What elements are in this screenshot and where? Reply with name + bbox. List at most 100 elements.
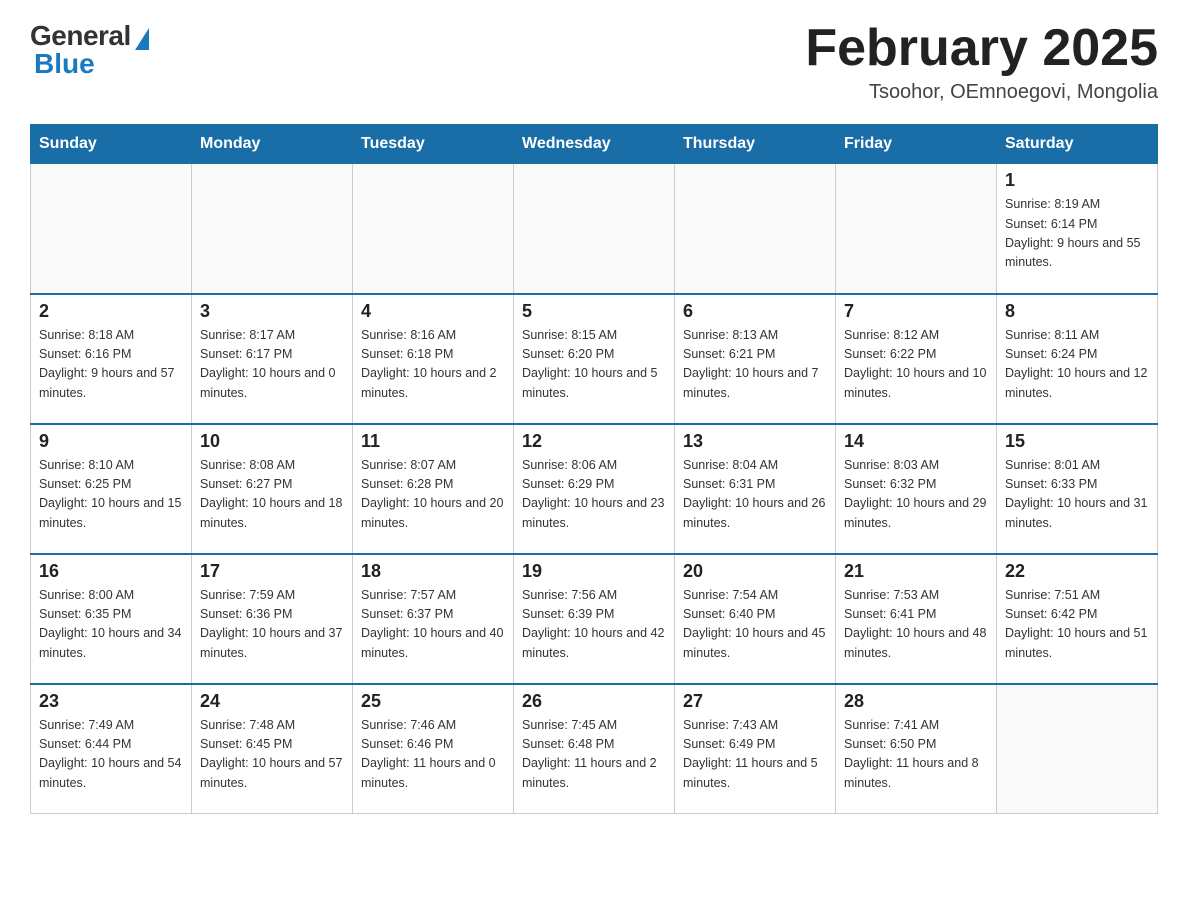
day-info: Sunrise: 8:13 AMSunset: 6:21 PMDaylight:… [683,326,827,404]
day-number: 12 [522,431,666,452]
calendar-day-cell: 14Sunrise: 8:03 AMSunset: 6:32 PMDayligh… [836,424,997,554]
calendar-day-cell: 9 Sunrise: 8:10 AMSunset: 6:25 PMDaylight… [31,424,192,554]
day-info: Sunrise: 7:45 AMSunset: 6:48 PMDaylight:… [522,716,666,794]
day-info: Sunrise: 8:10 AMSunset: 6:25 PMDaylight:… [39,456,183,534]
day-info: Sunrise: 7:43 AMSunset: 6:49 PMDaylight:… [683,716,827,794]
day-info: Sunrise: 7:57 AMSunset: 6:37 PMDaylight:… [361,586,505,664]
calendar-day-cell [836,164,997,294]
calendar-week-row: 9 Sunrise: 8:10 AMSunset: 6:25 PMDaylight… [31,424,1158,554]
day-info: Sunrise: 8:06 AMSunset: 6:29 PMDaylight:… [522,456,666,534]
day-number: 9 [39,431,183,452]
day-number: 24 [200,691,344,712]
column-header-sunday: Sunday [31,125,192,164]
day-number: 28 [844,691,988,712]
calendar-day-cell: 23 Sunrise: 7:49 AMSunset: 6:44 PMDayligh… [31,684,192,814]
calendar-day-cell: 5 Sunrise: 8:15 AMSunset: 6:20 PMDaylight… [514,294,675,424]
day-number: 11 [361,431,505,452]
day-number: 13 [683,431,827,452]
day-info: Sunrise: 8:17 AMSunset: 6:17 PMDaylight:… [200,326,344,404]
calendar-day-cell: 15 Sunrise: 8:01 AMSunset: 6:33 PMDayligh… [997,424,1158,554]
day-number: 19 [522,561,666,582]
calendar-day-cell: 6 Sunrise: 8:13 AMSunset: 6:21 PMDaylight… [675,294,836,424]
calendar-day-cell: 18Sunrise: 7:57 AMSunset: 6:37 PMDayligh… [353,554,514,684]
day-info: Sunrise: 7:41 AMSunset: 6:50 PMDaylight:… [844,716,988,794]
calendar-day-cell: 3 Sunrise: 8:17 AMSunset: 6:17 PMDaylight… [192,294,353,424]
calendar-day-cell: 19 Sunrise: 7:56 AMSunset: 6:39 PMDayligh… [514,554,675,684]
calendar-day-cell: 21Sunrise: 7:53 AMSunset: 6:41 PMDayligh… [836,554,997,684]
calendar-header-row: SundayMondayTuesdayWednesdayThursdayFrid… [31,125,1158,164]
calendar-day-cell [192,164,353,294]
day-info: Sunrise: 8:18 AMSunset: 6:16 PMDaylight:… [39,326,183,404]
day-info: Sunrise: 7:49 AMSunset: 6:44 PMDaylight:… [39,716,183,794]
day-info: Sunrise: 8:08 AMSunset: 6:27 PMDaylight:… [200,456,344,534]
day-number: 7 [844,301,988,322]
logo: General Blue [30,20,149,80]
column-header-monday: Monday [192,125,353,164]
title-area: February 2025 Tsoohor, OEmnoegovi, Mongo… [805,20,1158,104]
day-info: Sunrise: 7:56 AMSunset: 6:39 PMDaylight:… [522,586,666,664]
calendar-day-cell [31,164,192,294]
calendar-day-cell: 4Sunrise: 8:16 AMSunset: 6:18 PMDaylight… [353,294,514,424]
day-number: 17 [200,561,344,582]
calendar-day-cell [675,164,836,294]
day-info: Sunrise: 7:46 AMSunset: 6:46 PMDaylight:… [361,716,505,794]
day-number: 2 [39,301,183,322]
calendar-day-cell: 20 Sunrise: 7:54 AMSunset: 6:40 PMDayligh… [675,554,836,684]
day-number: 5 [522,301,666,322]
calendar-week-row: 2 Sunrise: 8:18 AMSunset: 6:16 PMDaylight… [31,294,1158,424]
logo-triangle-icon [135,28,149,50]
column-header-friday: Friday [836,125,997,164]
day-number: 20 [683,561,827,582]
calendar-day-cell: 13 Sunrise: 8:04 AMSunset: 6:31 PMDayligh… [675,424,836,554]
day-info: Sunrise: 8:01 AMSunset: 6:33 PMDaylight:… [1005,456,1149,534]
day-info: Sunrise: 8:12 AMSunset: 6:22 PMDaylight:… [844,326,988,404]
calendar-day-cell: 28 Sunrise: 7:41 AMSunset: 6:50 PMDayligh… [836,684,997,814]
calendar-day-cell: 26 Sunrise: 7:45 AMSunset: 6:48 PMDayligh… [514,684,675,814]
day-info: Sunrise: 8:19 AMSunset: 6:14 PMDaylight:… [1005,195,1149,273]
calendar-table: SundayMondayTuesdayWednesdayThursdayFrid… [30,124,1158,814]
calendar-day-cell [997,684,1158,814]
day-info: Sunrise: 8:07 AMSunset: 6:28 PMDaylight:… [361,456,505,534]
day-info: Sunrise: 8:04 AMSunset: 6:31 PMDaylight:… [683,456,827,534]
day-number: 16 [39,561,183,582]
day-info: Sunrise: 7:48 AMSunset: 6:45 PMDaylight:… [200,716,344,794]
logo-blue-text: Blue [30,48,95,80]
day-info: Sunrise: 8:11 AMSunset: 6:24 PMDaylight:… [1005,326,1149,404]
day-info: Sunrise: 8:16 AMSunset: 6:18 PMDaylight:… [361,326,505,404]
day-number: 8 [1005,301,1149,322]
day-info: Sunrise: 7:54 AMSunset: 6:40 PMDaylight:… [683,586,827,664]
calendar-day-cell [514,164,675,294]
calendar-day-cell: 24 Sunrise: 7:48 AMSunset: 6:45 PMDayligh… [192,684,353,814]
day-info: Sunrise: 8:00 AMSunset: 6:35 PMDaylight:… [39,586,183,664]
day-number: 10 [200,431,344,452]
calendar-week-row: 1Sunrise: 8:19 AMSunset: 6:14 PMDaylight… [31,164,1158,294]
column-header-thursday: Thursday [675,125,836,164]
day-number: 23 [39,691,183,712]
calendar-day-cell [353,164,514,294]
day-number: 22 [1005,561,1149,582]
location-text: Tsoohor, OEmnoegovi, Mongolia [805,81,1158,104]
page-header: General Blue February 2025 Tsoohor, OEmn… [30,20,1158,104]
day-number: 3 [200,301,344,322]
calendar-day-cell: 7 Sunrise: 8:12 AMSunset: 6:22 PMDaylight… [836,294,997,424]
calendar-day-cell: 16 Sunrise: 8:00 AMSunset: 6:35 PMDayligh… [31,554,192,684]
calendar-day-cell: 17Sunrise: 7:59 AMSunset: 6:36 PMDayligh… [192,554,353,684]
day-info: Sunrise: 8:15 AMSunset: 6:20 PMDaylight:… [522,326,666,404]
column-header-wednesday: Wednesday [514,125,675,164]
day-number: 26 [522,691,666,712]
day-number: 15 [1005,431,1149,452]
day-info: Sunrise: 7:53 AMSunset: 6:41 PMDaylight:… [844,586,988,664]
column-header-saturday: Saturday [997,125,1158,164]
calendar-day-cell: 22Sunrise: 7:51 AMSunset: 6:42 PMDayligh… [997,554,1158,684]
day-number: 6 [683,301,827,322]
calendar-day-cell: 10 Sunrise: 8:08 AMSunset: 6:27 PMDayligh… [192,424,353,554]
column-header-tuesday: Tuesday [353,125,514,164]
calendar-day-cell: 27 Sunrise: 7:43 AMSunset: 6:49 PMDayligh… [675,684,836,814]
day-number: 14 [844,431,988,452]
calendar-day-cell: 12 Sunrise: 8:06 AMSunset: 6:29 PMDayligh… [514,424,675,554]
calendar-week-row: 23 Sunrise: 7:49 AMSunset: 6:44 PMDayligh… [31,684,1158,814]
calendar-week-row: 16 Sunrise: 8:00 AMSunset: 6:35 PMDayligh… [31,554,1158,684]
calendar-day-cell: 2 Sunrise: 8:18 AMSunset: 6:16 PMDaylight… [31,294,192,424]
day-number: 27 [683,691,827,712]
calendar-day-cell: 8 Sunrise: 8:11 AMSunset: 6:24 PMDaylight… [997,294,1158,424]
